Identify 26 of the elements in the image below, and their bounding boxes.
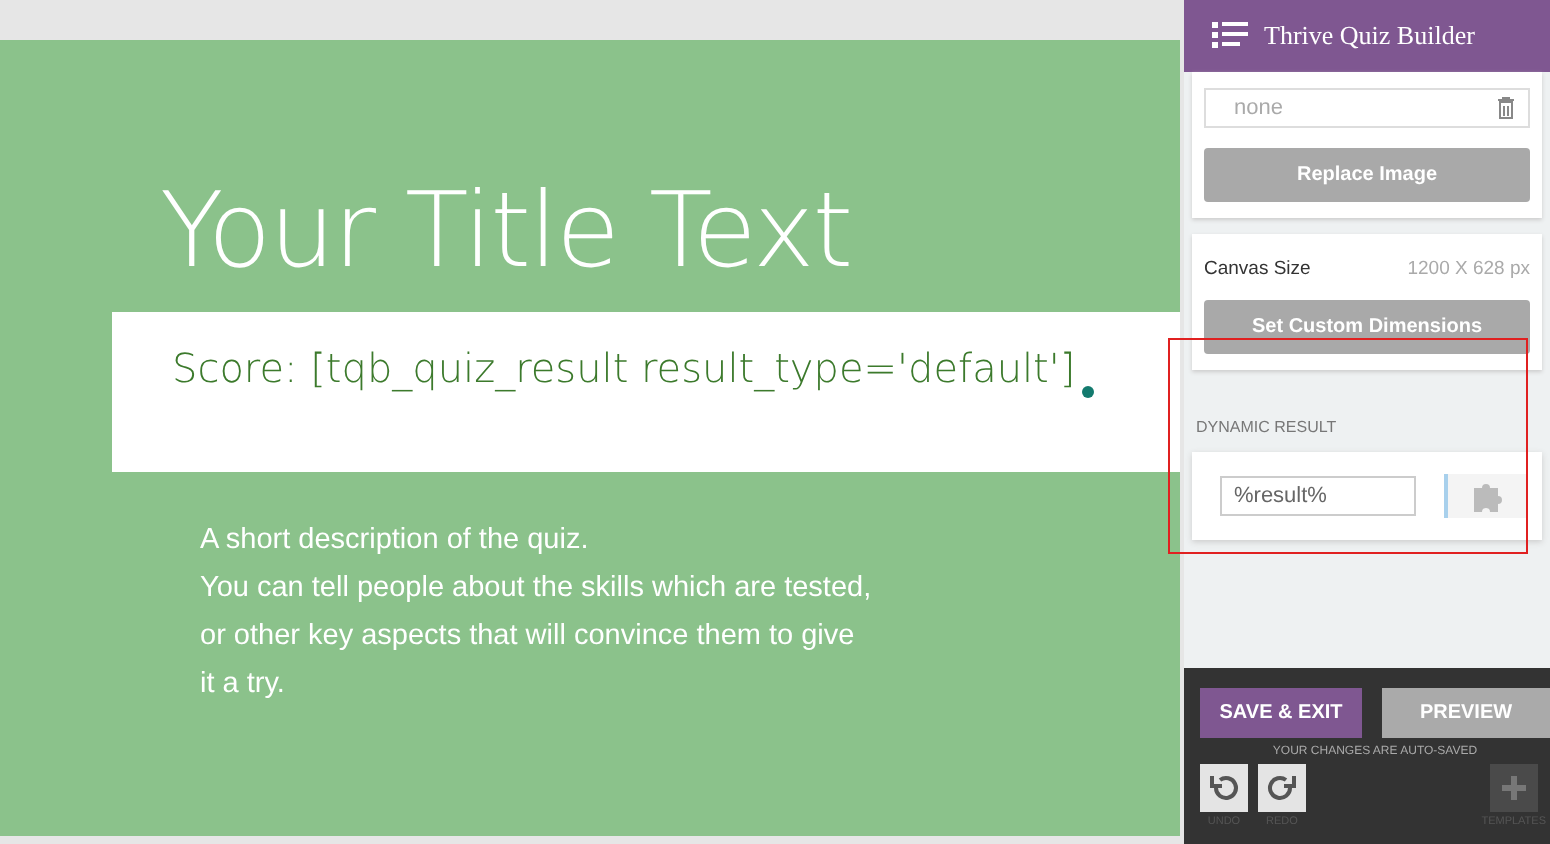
score-text: Score: [tqb_quiz_result result_type='default'] — [172, 344, 1076, 392]
header-title: Thrive Quiz Builder — [1264, 20, 1475, 52]
canvas-size-label: Canvas Size — [1204, 258, 1311, 280]
puzzle-button[interactable] — [1444, 474, 1528, 518]
score-box[interactable]: Score: [tqb_quiz_result result_type='default'] — [112, 312, 1180, 472]
undo-icon — [1208, 772, 1240, 804]
canvas-size-value: 1200 X 628 px — [1407, 258, 1530, 280]
preview-button[interactable]: PREVIEW — [1382, 688, 1550, 738]
puzzle-icon — [1470, 478, 1506, 514]
result-input[interactable]: %result% — [1220, 476, 1416, 516]
save-exit-button[interactable]: SAVE & EXIT — [1200, 688, 1363, 738]
description-line: it a try. — [200, 666, 285, 704]
cursor-handle[interactable] — [1082, 386, 1094, 398]
custom-dimensions-button[interactable]: Set Custom Dimensions — [1204, 300, 1530, 354]
image-field[interactable]: none — [1204, 88, 1530, 128]
description-line: A short description of the quiz. — [200, 522, 589, 560]
image-value: none — [1234, 96, 1283, 120]
list-icon — [1212, 22, 1248, 50]
plus-icon — [1497, 772, 1530, 804]
redo-icon — [1266, 772, 1298, 804]
section-heading: DYNAMIC RESULT — [1194, 416, 1339, 440]
replace-image-button[interactable]: Replace Image — [1204, 148, 1530, 202]
description-line: You can tell people about the skills which are tested, — [200, 570, 872, 608]
title-text: Your Title Text — [160, 172, 852, 292]
trash-icon[interactable] — [1496, 96, 1516, 120]
description-line: or other key aspects that will convince them to give — [200, 618, 855, 656]
